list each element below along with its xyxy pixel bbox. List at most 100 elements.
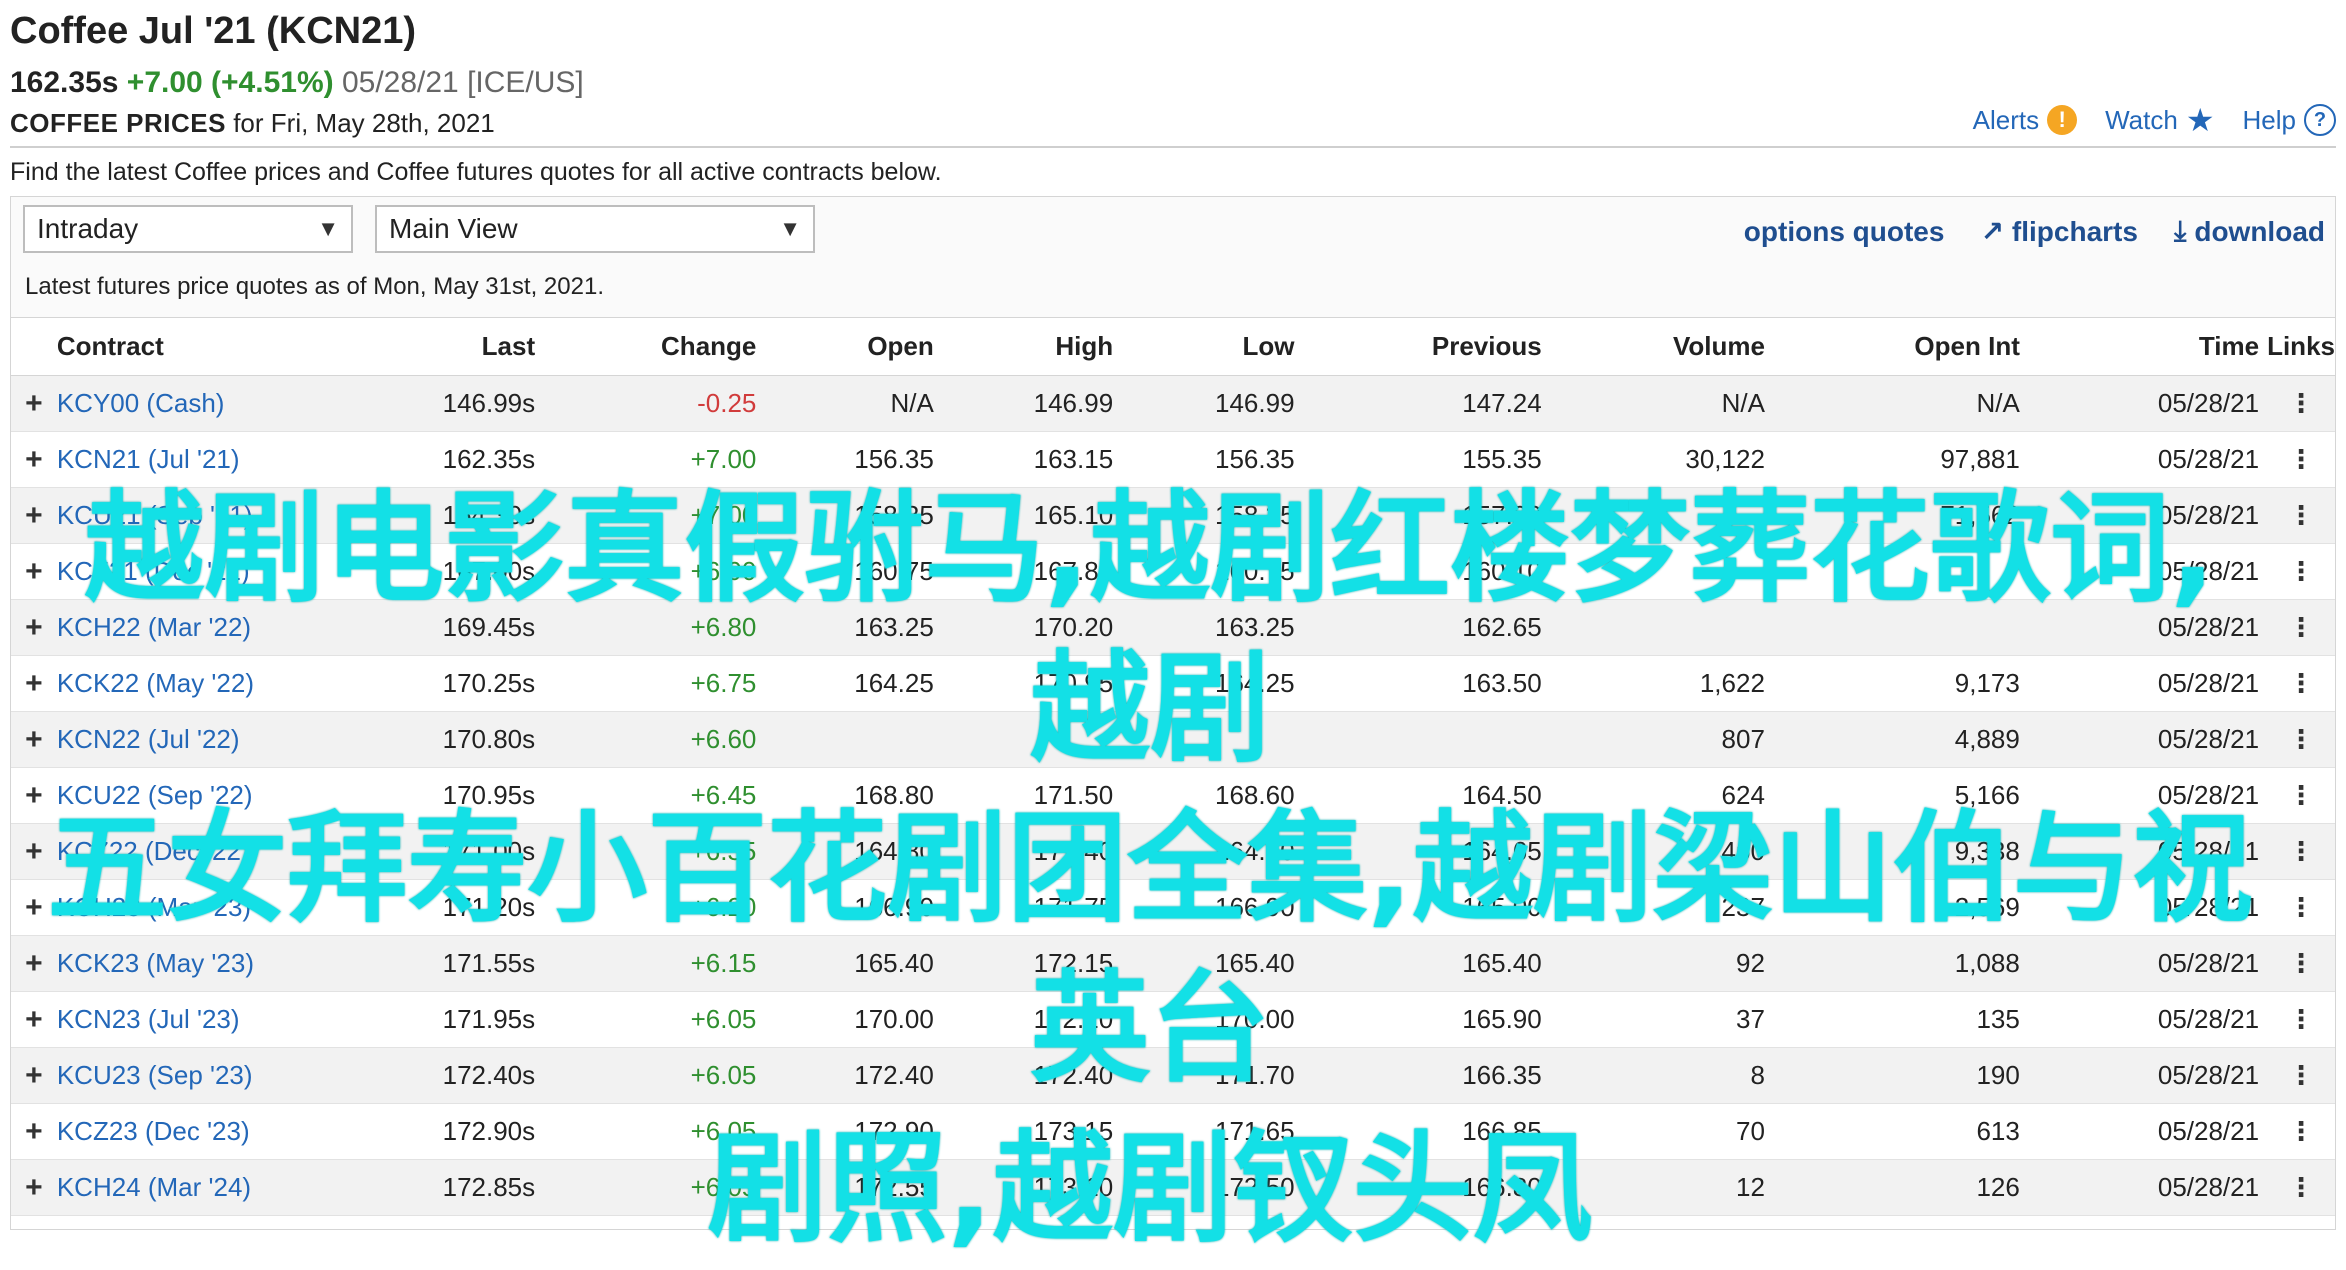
row-menu-icon[interactable]: ⋮ bbox=[2267, 599, 2335, 656]
expand-row-icon[interactable]: + bbox=[11, 711, 57, 768]
chevron-down-icon: ▼ bbox=[317, 216, 339, 241]
contract-cell: KCK22 (May '22) bbox=[56, 655, 306, 712]
low-cell: 164.80 bbox=[1113, 823, 1295, 880]
column-header-high[interactable]: High bbox=[933, 318, 1114, 376]
column-header-open[interactable]: Open bbox=[756, 318, 934, 376]
expand-row-icon[interactable]: + bbox=[11, 375, 57, 432]
expand-row-icon[interactable]: + bbox=[11, 1047, 57, 1104]
open-cell: 165.40 bbox=[756, 935, 934, 992]
high-cell: 165.10 bbox=[933, 487, 1114, 544]
high-cell: 146.99 bbox=[933, 375, 1114, 432]
options-quotes-link[interactable]: options quotes bbox=[1744, 215, 1945, 248]
contract-link[interactable]: KCZ22 (Dec '22) bbox=[57, 836, 250, 866]
open-cell: 164.25 bbox=[756, 655, 934, 712]
row-menu-icon[interactable]: ⋮ bbox=[2267, 823, 2335, 880]
time-cell: 05/28/21 bbox=[2019, 1159, 2268, 1216]
expand-row-icon[interactable]: + bbox=[11, 879, 57, 936]
expand-row-icon[interactable]: + bbox=[11, 487, 57, 544]
expand-row-icon[interactable]: + bbox=[11, 991, 57, 1048]
open-cell: 172.55 bbox=[756, 1159, 934, 1216]
previous-cell: 165.40 bbox=[1294, 935, 1542, 992]
high-cell: 173.15 bbox=[933, 1103, 1114, 1160]
contract-cell: KCH24 (Mar '24) bbox=[56, 1159, 306, 1216]
high-cell: 170.95 bbox=[933, 655, 1114, 712]
table-row: + KCZ23 (Dec '23) 172.90s +6.05 172.90 173.15… bbox=[11, 1103, 2335, 1160]
contract-link[interactable]: KCU23 (Sep '23) bbox=[57, 1060, 253, 1090]
watch-link[interactable]: Watch ★ bbox=[2105, 104, 2214, 136]
row-menu-icon[interactable]: ⋮ bbox=[2267, 431, 2335, 488]
row-menu-icon[interactable]: ⋮ bbox=[2267, 543, 2335, 600]
last-cell: 167.00s bbox=[305, 543, 536, 600]
expand-row-icon[interactable]: + bbox=[11, 543, 57, 600]
last-cell: 171.55s bbox=[305, 935, 536, 992]
contract-link[interactable]: KCN22 (Jul '22) bbox=[57, 724, 240, 754]
question-icon: ? bbox=[2304, 104, 2336, 136]
last-cell: 169.45s bbox=[305, 599, 536, 656]
volume-cell: 30,122 bbox=[1541, 431, 1765, 488]
contract-link[interactable]: KCK22 (May '22) bbox=[57, 668, 254, 698]
contract-link[interactable]: KCU22 (Sep '22) bbox=[57, 780, 253, 810]
oi-cell: 2,569 bbox=[1764, 879, 2020, 936]
row-menu-icon[interactable]: ⋮ bbox=[2267, 711, 2335, 768]
row-menu-icon[interactable]: ⋮ bbox=[2267, 935, 2335, 992]
change-cell: +7.00 bbox=[535, 487, 757, 544]
column-header-volume[interactable]: Volume bbox=[1541, 318, 1765, 376]
expand-row-icon[interactable]: + bbox=[11, 767, 57, 824]
row-menu-icon[interactable]: ⋮ bbox=[2267, 991, 2335, 1048]
expand-row-icon[interactable]: + bbox=[11, 935, 57, 992]
contract-link[interactable]: KCH22 (Mar '22) bbox=[57, 612, 251, 642]
expand-row-icon[interactable]: + bbox=[11, 1159, 57, 1216]
alerts-link[interactable]: Alerts ! bbox=[1973, 105, 2078, 136]
contract-link[interactable]: KCU21 (Sep '21) bbox=[57, 500, 253, 530]
period-select[interactable]: Intraday ▼ bbox=[23, 205, 353, 253]
oi-cell: 9,338 bbox=[1764, 823, 2020, 880]
row-menu-icon[interactable]: ⋮ bbox=[2267, 1047, 2335, 1104]
contract-link[interactable]: KCZ21 (Dec '21) bbox=[57, 556, 250, 586]
star-icon: ★ bbox=[2185, 102, 2215, 138]
expand-column-header bbox=[11, 318, 57, 376]
expand-row-icon[interactable]: + bbox=[11, 823, 57, 880]
column-header-previous[interactable]: Previous bbox=[1294, 318, 1542, 376]
subtitle-date: for Fri, May 28th, 2021 bbox=[225, 108, 495, 138]
expand-row-icon[interactable]: + bbox=[11, 431, 57, 488]
table-row: + KCU23 (Sep '23) 172.40s +6.05 172.40 172.40… bbox=[11, 1047, 2335, 1104]
contract-link[interactable]: KCN21 (Jul '21) bbox=[57, 444, 240, 474]
expand-row-icon[interactable]: + bbox=[11, 599, 57, 656]
contract-cell: KCN22 (Jul '22) bbox=[56, 711, 306, 768]
contract-link[interactable]: KCY00 (Cash) bbox=[57, 388, 225, 418]
contract-link[interactable]: KCH23 (Mar '23) bbox=[57, 892, 251, 922]
time-cell: 05/28/21 bbox=[2019, 599, 2268, 656]
row-menu-icon[interactable]: ⋮ bbox=[2267, 375, 2335, 432]
row-menu-icon[interactable]: ⋮ bbox=[2267, 487, 2335, 544]
oi-cell: 613 bbox=[1764, 1103, 2020, 1160]
column-header-last[interactable]: Last bbox=[305, 318, 536, 376]
row-menu-icon[interactable]: ⋮ bbox=[2267, 1103, 2335, 1160]
row-menu-icon[interactable]: ⋮ bbox=[2267, 879, 2335, 936]
row-menu-icon[interactable]: ⋮ bbox=[2267, 767, 2335, 824]
view-select[interactable]: Main View ▼ bbox=[375, 205, 815, 253]
column-header-low[interactable]: Low bbox=[1113, 318, 1295, 376]
flipcharts-link[interactable]: ↗ flipcharts bbox=[1980, 215, 2138, 248]
last-cell: 171.20s bbox=[305, 879, 536, 936]
expand-row-icon[interactable]: + bbox=[11, 655, 57, 712]
contract-link[interactable]: KCZ23 (Dec '23) bbox=[57, 1116, 250, 1146]
expand-row-icon[interactable]: + bbox=[11, 1103, 57, 1160]
open-cell bbox=[756, 711, 934, 768]
table-body: + KCY00 (Cash) 146.99s -0.25 N/A 146.99 146.99… bbox=[11, 375, 2335, 1216]
period-select-value: Intraday bbox=[37, 213, 139, 244]
contract-link[interactable]: KCN23 (Jul '23) bbox=[57, 1004, 240, 1034]
column-header-time[interactable]: Time bbox=[2019, 318, 2268, 376]
row-menu-icon[interactable]: ⋮ bbox=[2267, 655, 2335, 712]
previous-cell: 166.80 bbox=[1294, 1159, 1542, 1216]
contract-link[interactable]: KCH24 (Mar '24) bbox=[57, 1172, 251, 1202]
row-menu-icon[interactable]: ⋮ bbox=[2267, 1159, 2335, 1216]
column-header-contract[interactable]: Contract bbox=[56, 318, 306, 376]
column-header-change[interactable]: Change bbox=[535, 318, 757, 376]
last-cell: 170.95s bbox=[305, 767, 536, 824]
contract-link[interactable]: KCK23 (May '23) bbox=[57, 948, 254, 978]
column-header-open-int[interactable]: Open Int bbox=[1764, 318, 2020, 376]
time-cell: 05/28/21 bbox=[2019, 767, 2268, 824]
help-link[interactable]: Help ? bbox=[2243, 104, 2336, 136]
download-link[interactable]: ⤓ download bbox=[2174, 215, 2325, 248]
change-cell: +6.15 bbox=[535, 935, 757, 992]
